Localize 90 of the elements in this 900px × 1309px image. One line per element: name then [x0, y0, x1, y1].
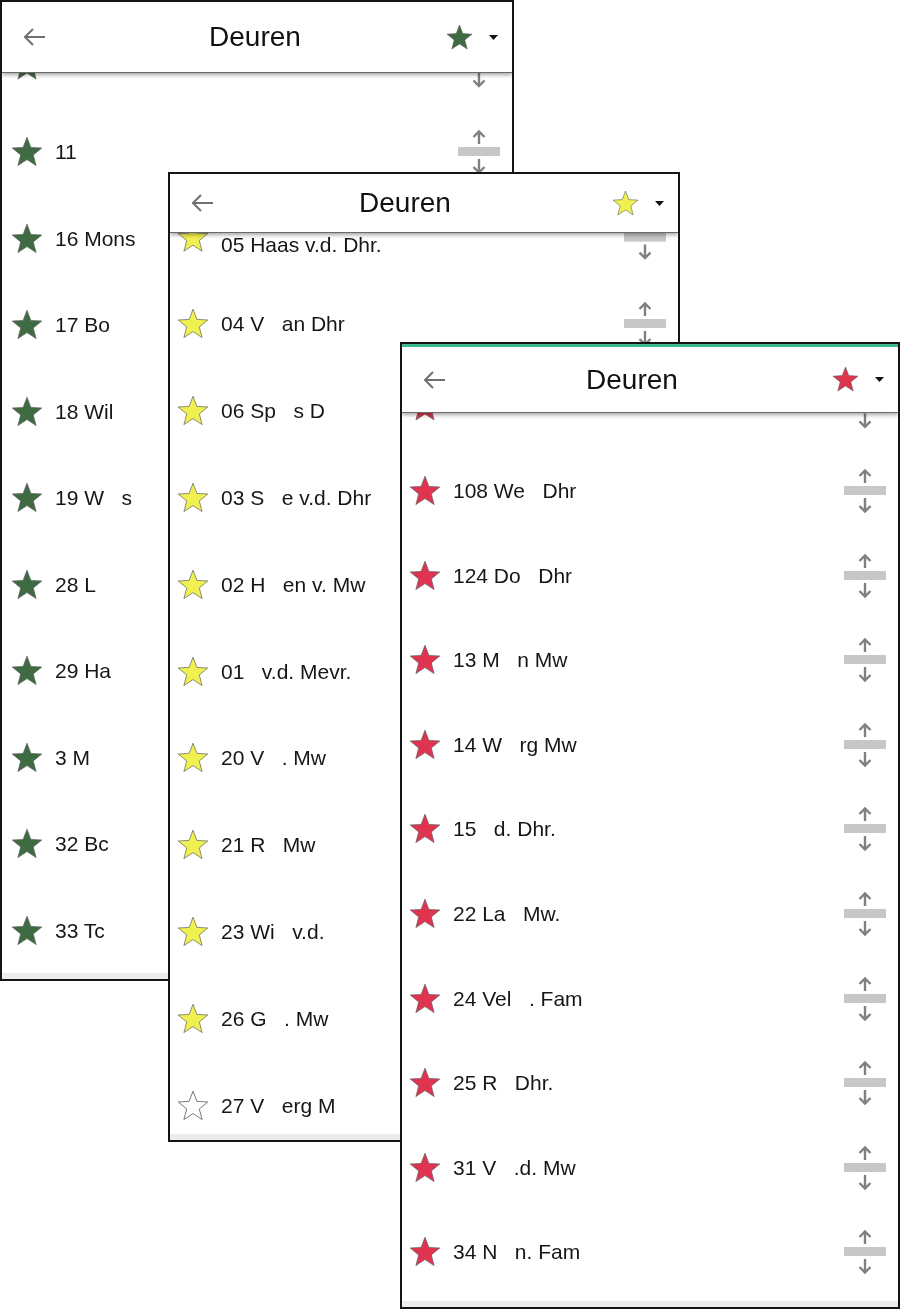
star-icon[interactable] [177, 915, 209, 948]
list-item-label[interactable]: 21 R Mw [221, 832, 316, 859]
star-icon[interactable] [177, 232, 209, 254]
star-icon[interactable] [11, 136, 43, 168]
list-item-label[interactable]: 29 Ha [55, 658, 112, 684]
color-filter-dropdown[interactable] [446, 23, 498, 51]
caret-icon[interactable] [489, 34, 498, 40]
list-item-label[interactable]: 06 Sp s D [221, 398, 325, 425]
star-icon[interactable] [612, 189, 639, 217]
star-icon[interactable] [11, 828, 43, 860]
drag-handle-icon[interactable] [844, 889, 886, 938]
star-icon[interactable] [177, 742, 209, 775]
list-item-label[interactable]: 124 Do Dhr [453, 562, 573, 589]
star-icon[interactable] [11, 741, 43, 774]
list-item-label[interactable]: 34 N n. Fam [453, 1239, 581, 1266]
star-icon[interactable] [409, 559, 441, 592]
list-item-label[interactable]: 23 Wi v.d. [221, 918, 325, 945]
drag-handle-icon[interactable] [844, 467, 886, 515]
color-filter-dropdown[interactable] [832, 366, 884, 393]
back-arrow-icon[interactable] [422, 369, 446, 390]
list-item-label[interactable]: 24 Vel . Fam [453, 985, 583, 1012]
list-item-label[interactable]: 18 Wil [55, 398, 114, 425]
star-icon[interactable] [11, 482, 43, 514]
caret-icon[interactable] [875, 377, 884, 382]
drag-handle-icon[interactable] [844, 1228, 886, 1277]
list-item-label[interactable]: 01 v.d. Mevr. [221, 658, 352, 685]
star-icon[interactable] [177, 568, 209, 601]
list-item-label[interactable]: 04 V an Dhr [221, 311, 345, 338]
drag-handle-icon[interactable] [844, 1059, 886, 1108]
star-icon[interactable] [11, 568, 43, 601]
list-item-label[interactable]: 03 S e v.d. Dhr [221, 485, 372, 511]
star-icon[interactable] [409, 644, 441, 677]
drag-handle-icon[interactable] [844, 636, 886, 685]
list-item-label[interactable]: 13 M n Mw [453, 647, 568, 674]
star-icon[interactable] [11, 914, 43, 947]
list-item-label[interactable]: 25 R Dhr. [453, 1070, 554, 1097]
star-icon[interactable] [11, 309, 43, 341]
drag-handle-icon[interactable] [844, 551, 886, 600]
star-icon[interactable] [409, 982, 441, 1015]
list-item-label[interactable]: 16 Mons [55, 225, 136, 252]
list-item-label[interactable]: 27 V erg M [221, 1092, 336, 1119]
list-item-label[interactable]: 33 Tc [55, 917, 105, 944]
star-icon[interactable] [177, 655, 209, 688]
list-item-label[interactable]: 22 La Mw. [453, 900, 561, 927]
list-item-label[interactable]: 15 d. Dhr. [453, 816, 556, 843]
star-icon[interactable] [446, 23, 473, 51]
list-item-label[interactable]: 108 We Dhr [453, 478, 577, 504]
list-item-label[interactable]: 31 V .d. Mw [453, 1154, 576, 1181]
star-icon[interactable] [409, 1236, 441, 1269]
screen-title: Deuren [586, 362, 678, 397]
star-icon[interactable] [177, 308, 209, 341]
star-icon[interactable] [832, 366, 859, 393]
star-icon[interactable] [409, 475, 441, 507]
star-icon[interactable] [409, 1067, 441, 1100]
star-icon[interactable] [409, 813, 441, 846]
drag-handle-icon[interactable] [844, 720, 886, 769]
star-icon[interactable] [409, 1151, 441, 1184]
drag-handle-icon[interactable] [844, 805, 886, 854]
star-icon[interactable] [177, 1002, 209, 1035]
drag-handle-icon[interactable] [844, 1143, 886, 1192]
list-item-label[interactable]: 02 H en v. Mw [221, 571, 366, 598]
back-arrow-icon[interactable] [22, 27, 46, 47]
list-item-label[interactable]: 17 Bo [55, 312, 110, 338]
screen-title: Deuren [209, 20, 301, 54]
list-item-label[interactable]: 20 V . Mw [221, 745, 327, 772]
back-arrow-icon[interactable] [190, 193, 214, 213]
drag-handle-icon[interactable] [624, 300, 666, 342]
list-item-label[interactable]: 11 [55, 139, 77, 165]
color-filter-dropdown[interactable] [612, 189, 664, 217]
list-item-label[interactable]: 32 Bc [55, 831, 109, 857]
star-icon[interactable] [11, 395, 43, 428]
star-icon[interactable] [177, 829, 209, 862]
list-item-label[interactable]: 05 Haas v.d. Dhr. [221, 232, 382, 258]
caret-icon[interactable] [655, 200, 664, 206]
screen-title: Deuren [359, 186, 451, 220]
drag-handle-icon[interactable] [624, 232, 666, 262]
star-icon[interactable] [409, 897, 441, 930]
star-icon[interactable] [177, 395, 209, 428]
star-icon[interactable] [409, 728, 441, 761]
list-item-label[interactable]: 26 G . Mw [221, 1005, 329, 1032]
list-item-label[interactable]: 14 W rg Mw [453, 731, 577, 758]
star-icon[interactable] [177, 482, 209, 514]
list-item-label[interactable]: 28 L [55, 571, 96, 598]
star-icon[interactable] [11, 655, 43, 687]
list-item-label[interactable]: 3 M [55, 744, 90, 771]
star-icon[interactable] [11, 222, 43, 255]
star-icon[interactable] [177, 1089, 209, 1122]
drag-handle-icon[interactable] [458, 128, 500, 172]
drag-handle-icon[interactable] [844, 974, 886, 1023]
list-item-label[interactable]: 19 W s [55, 485, 133, 511]
